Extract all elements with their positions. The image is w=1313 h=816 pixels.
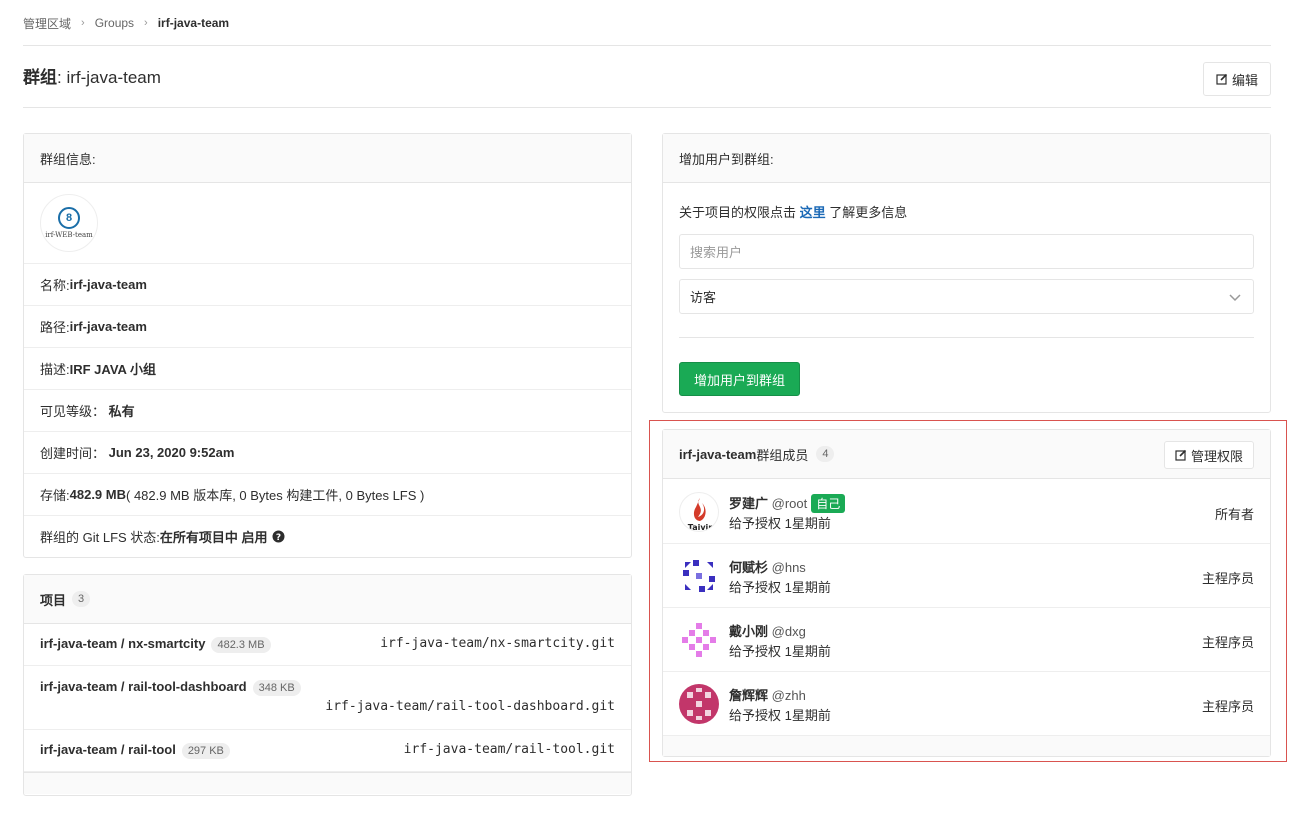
- created-value: Jun 23, 2020 9:52am: [108, 445, 235, 460]
- lfs-value: 在所有项目中 启用: [159, 530, 268, 545]
- name-label: 名称:: [40, 278, 70, 293]
- name-value: irf-java-team: [69, 277, 147, 292]
- edit-button[interactable]: 编辑: [1203, 62, 1271, 96]
- group-created-row: 创建时间： Jun 23, 2020 9:52am: [24, 432, 631, 474]
- lfs-label: 群组的 Git LFS 状态:: [40, 530, 160, 545]
- permissions-info-suffix: 了解更多信息: [825, 205, 908, 220]
- project-row[interactable]: irf-java-team / rail-tool-dashboard 348 K…: [24, 666, 631, 730]
- permissions-info-prefix: 关于项目的权限点击: [679, 205, 800, 220]
- path-value: irf-java-team: [69, 319, 147, 334]
- description-label: 描述:: [40, 362, 70, 377]
- edit-button-label: 编辑: [1231, 72, 1258, 88]
- chevron-right-icon: ›: [144, 17, 148, 29]
- project-row[interactable]: irf-java-team / rail-tool 297 KB irf-java…: [24, 730, 631, 772]
- group-info-heading: 群组信息:: [24, 134, 631, 183]
- project-size-badge: 482.3 MB: [211, 637, 271, 653]
- projects-count-badge: 3: [72, 591, 91, 607]
- group-avatar-row: 8 irf-WEB-team: [24, 183, 631, 264]
- add-user-button[interactable]: 增加用户到群组: [679, 362, 800, 396]
- description-value: IRF JAVA 小组: [69, 362, 157, 377]
- group-logo-text: irf-WEB-team: [45, 231, 93, 239]
- projects-panel: 项目 3 irf-java-team / nx-smartcity 482.3 MB…: [23, 574, 632, 796]
- page-title-group: : irf-java-team: [57, 68, 161, 87]
- logo-mark-icon: 8: [58, 207, 80, 229]
- project-repo-path: irf-java-team/rail-tool.git: [403, 742, 615, 757]
- role-select-value: 访客: [690, 290, 717, 305]
- path-label: 路径:: [40, 320, 70, 335]
- breadcrumb-admin-area[interactable]: 管理区域: [23, 15, 71, 32]
- group-info-panel: 群组信息: 8 irf-WEB-team 名称: irf-java-team 路…: [23, 133, 632, 558]
- storage-value: 482.9 MB: [69, 487, 126, 502]
- visibility-value: 私有: [108, 404, 135, 419]
- divider: [23, 107, 1271, 108]
- project-size-badge: 297 KB: [181, 743, 230, 759]
- projects-heading: 项目 3: [24, 575, 631, 624]
- chevron-down-icon: [1229, 294, 1241, 302]
- role-select[interactable]: 访客: [679, 279, 1254, 314]
- permissions-help-link[interactable]: 这里: [800, 205, 826, 220]
- breadcrumb: 管理区域 › Groups › irf-java-team: [23, 14, 229, 32]
- highlight-box: [649, 420, 1287, 762]
- group-storage-row: 存储: 482.9 MB ( 482.9 MB 版本库, 0 Bytes 构建工…: [24, 474, 631, 516]
- created-label: 创建时间：: [40, 446, 106, 461]
- permissions-info: 关于项目的权限点击 这里 了解更多信息: [679, 202, 907, 221]
- divider: [679, 337, 1254, 338]
- projects-footer: [24, 772, 631, 794]
- chevron-right-icon: ›: [81, 17, 85, 29]
- add-user-heading: 增加用户到群组:: [663, 134, 1270, 183]
- edit-icon: [1216, 73, 1228, 85]
- project-size-badge: 348 KB: [252, 680, 301, 696]
- add-user-panel: 增加用户到群组: 关于项目的权限点击 这里 了解更多信息 搜索用户 访客 增加用…: [662, 133, 1271, 413]
- project-repo-path: irf-java-team/rail-tool-dashboard.git: [325, 699, 615, 714]
- breadcrumb-current[interactable]: irf-java-team: [158, 16, 229, 30]
- group-name-row: 名称: irf-java-team: [24, 264, 631, 306]
- visibility-label: 可见等级：: [40, 404, 106, 419]
- divider: [23, 45, 1271, 46]
- storage-label: 存储:: [40, 488, 70, 503]
- project-name[interactable]: irf-java-team / nx-smartcity: [40, 636, 205, 651]
- svg-text:?: ?: [275, 533, 280, 543]
- group-visibility-row: 可见等级： 私有: [24, 390, 631, 432]
- group-description-row: 描述: IRF JAVA 小组: [24, 348, 631, 390]
- search-user-input[interactable]: 搜索用户: [679, 234, 1254, 269]
- group-logo: 8 irf-WEB-team: [40, 194, 98, 252]
- storage-detail: ( 482.9 MB 版本库, 0 Bytes 构建工件, 0 Bytes LF…: [126, 488, 425, 503]
- project-row[interactable]: irf-java-team / nx-smartcity 482.3 MB irf…: [24, 624, 631, 666]
- breadcrumb-groups[interactable]: Groups: [95, 16, 134, 30]
- projects-title: 项目: [40, 592, 67, 608]
- group-path-row: 路径: irf-java-team: [24, 306, 631, 348]
- project-name[interactable]: irf-java-team / rail-tool: [40, 742, 176, 757]
- project-name[interactable]: irf-java-team / rail-tool-dashboard: [40, 679, 247, 694]
- question-circle-icon[interactable]: ?: [272, 530, 285, 543]
- project-repo-path: irf-java-team/nx-smartcity.git: [380, 636, 615, 651]
- group-lfs-row: 群组的 Git LFS 状态: 在所有项目中 启用 ?: [24, 516, 631, 557]
- page-title-prefix: 群组: [23, 68, 57, 87]
- page-title: 群组: irf-java-team: [23, 63, 161, 88]
